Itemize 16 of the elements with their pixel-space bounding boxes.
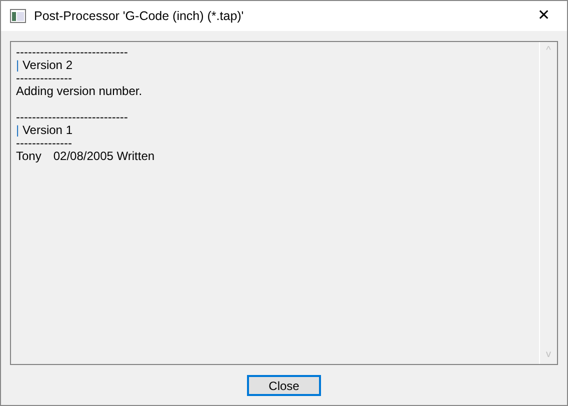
scroll-up-arrow[interactable]: ^ (546, 46, 551, 56)
version-heading: Version 1 (21, 123, 72, 137)
close-button[interactable]: Close (247, 374, 321, 396)
version-heading: Version 2 (21, 58, 72, 72)
window-title: Post-Processor 'G-Code (inch) (*.tap)' (34, 8, 245, 25)
app-icon (10, 9, 26, 23)
log-entry-text: 02/08/2005 Written (53, 149, 155, 163)
close-button[interactable]: ✕ (521, 1, 567, 31)
divider-line-text: ---------------------------- (16, 46, 129, 59)
log-text: Adding version number. (16, 85, 144, 98)
divider-line-text: ---------------------------- (16, 111, 129, 124)
divider-line-text: -------------- (16, 72, 73, 85)
author-name: Tony (16, 149, 42, 163)
bar-mark: | (16, 123, 20, 137)
bar-mark: | (16, 58, 20, 72)
divider-line-text: -------------- (16, 137, 73, 150)
